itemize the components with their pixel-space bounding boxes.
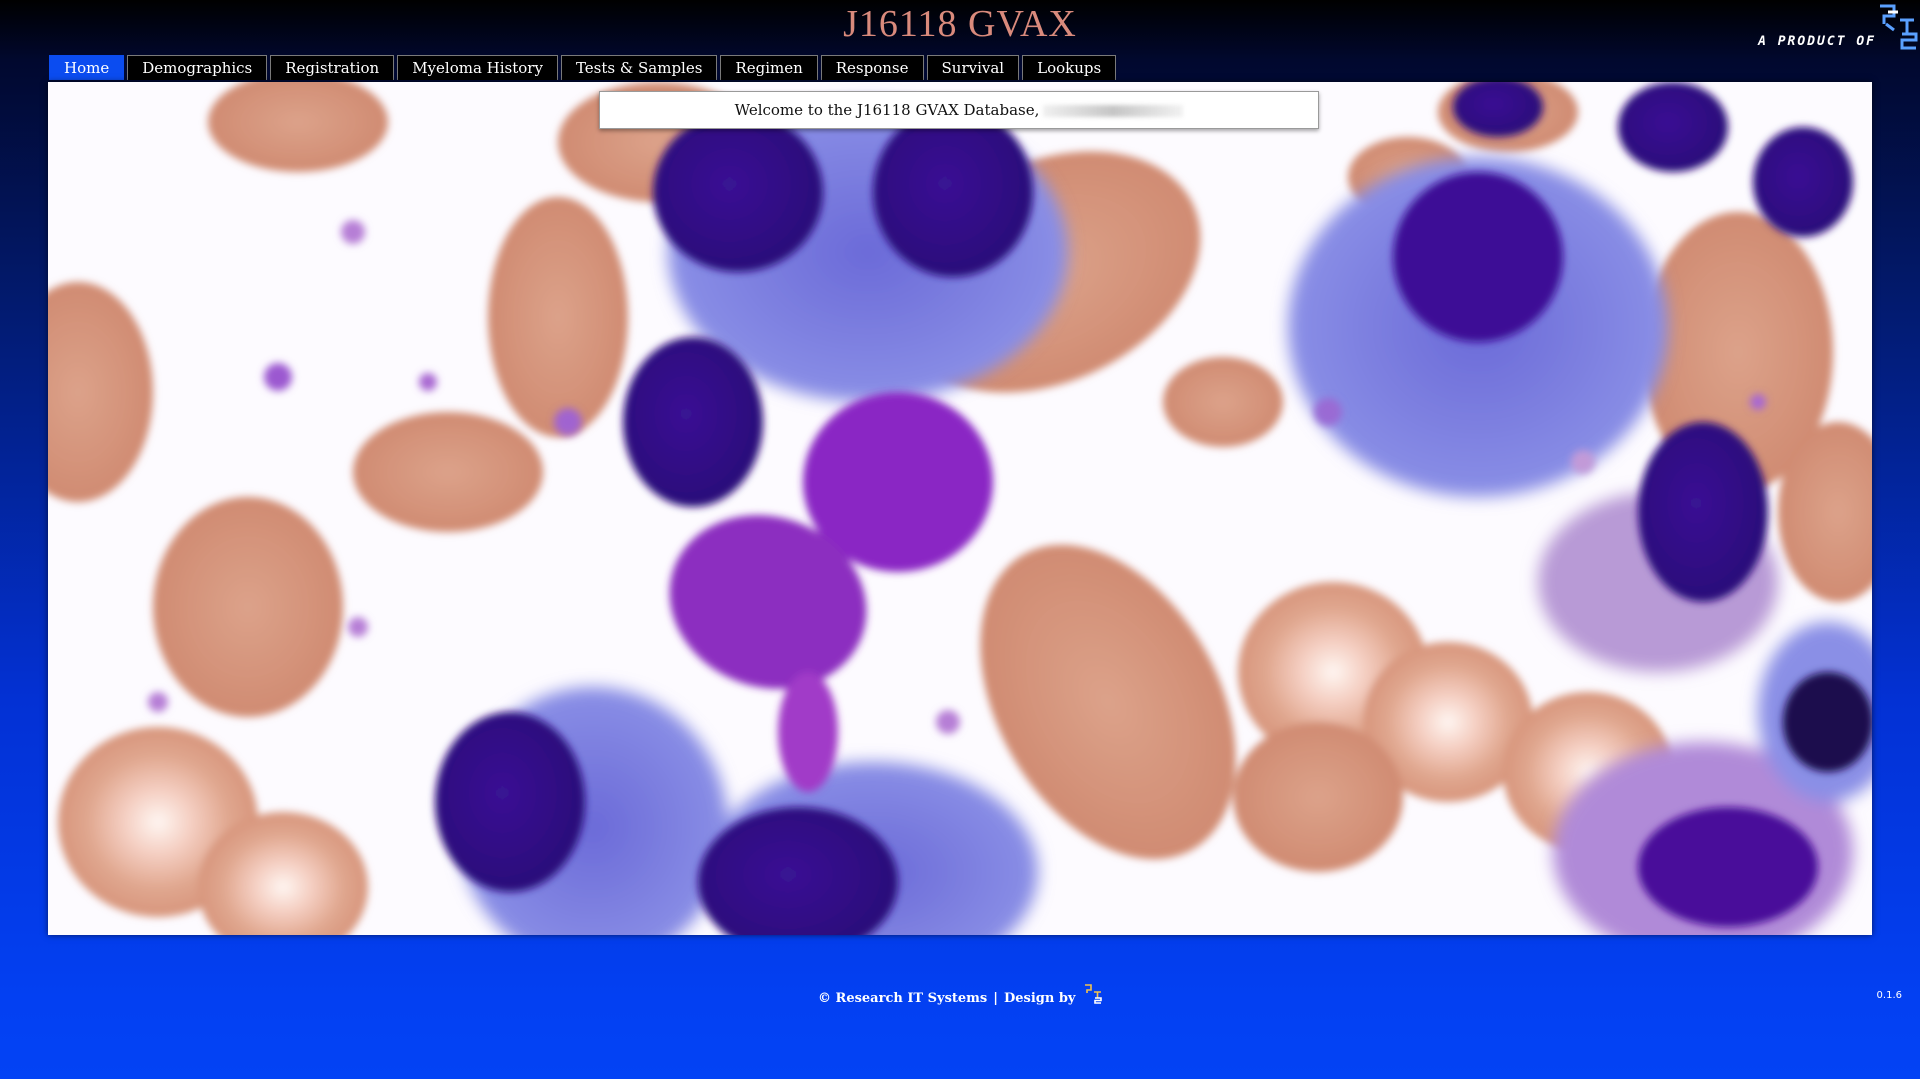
tab-lookups[interactable]: Lookups [1022, 55, 1117, 80]
welcome-text: Welcome to the J16118 GVAX Database, [734, 101, 1040, 119]
tab-survival[interactable]: Survival [926, 55, 1020, 80]
brand-area: A PRODUCT OF [1730, 4, 1920, 54]
tab-demographics[interactable]: Demographics [127, 55, 268, 80]
footer-copyright: © Research IT Systems [817, 991, 988, 1006]
rits-small-logo-icon[interactable] [1084, 984, 1102, 1004]
footer-design-by: Design by [1003, 991, 1076, 1006]
footer: © Research IT Systems | Design by [0, 984, 1920, 1006]
tab-home[interactable]: Home [49, 55, 125, 80]
version-label: 0.1.6 [1876, 990, 1902, 1001]
app-title: J16118 GVAX [843, 3, 1077, 45]
home-panel: Welcome to the J16118 GVAX Database, [48, 82, 1872, 935]
brand-text: A PRODUCT OF [1758, 34, 1876, 49]
tab-regimen[interactable]: Regimen [720, 55, 818, 80]
welcome-banner: Welcome to the J16118 GVAX Database, [599, 91, 1319, 129]
tab-registration[interactable]: Registration [270, 55, 395, 80]
redacted-username [1043, 105, 1184, 117]
background-micrograph-image [48, 82, 1872, 935]
tab-tests-samples[interactable]: Tests & Samples [560, 55, 718, 80]
main-nav-tabs: Home Demographics Registration Myeloma H… [49, 55, 1117, 81]
rits-logo-icon [1880, 4, 1918, 50]
tab-myeloma-history[interactable]: Myeloma History [397, 55, 558, 80]
tab-response[interactable]: Response [820, 55, 924, 80]
footer-separator: | [993, 991, 998, 1006]
